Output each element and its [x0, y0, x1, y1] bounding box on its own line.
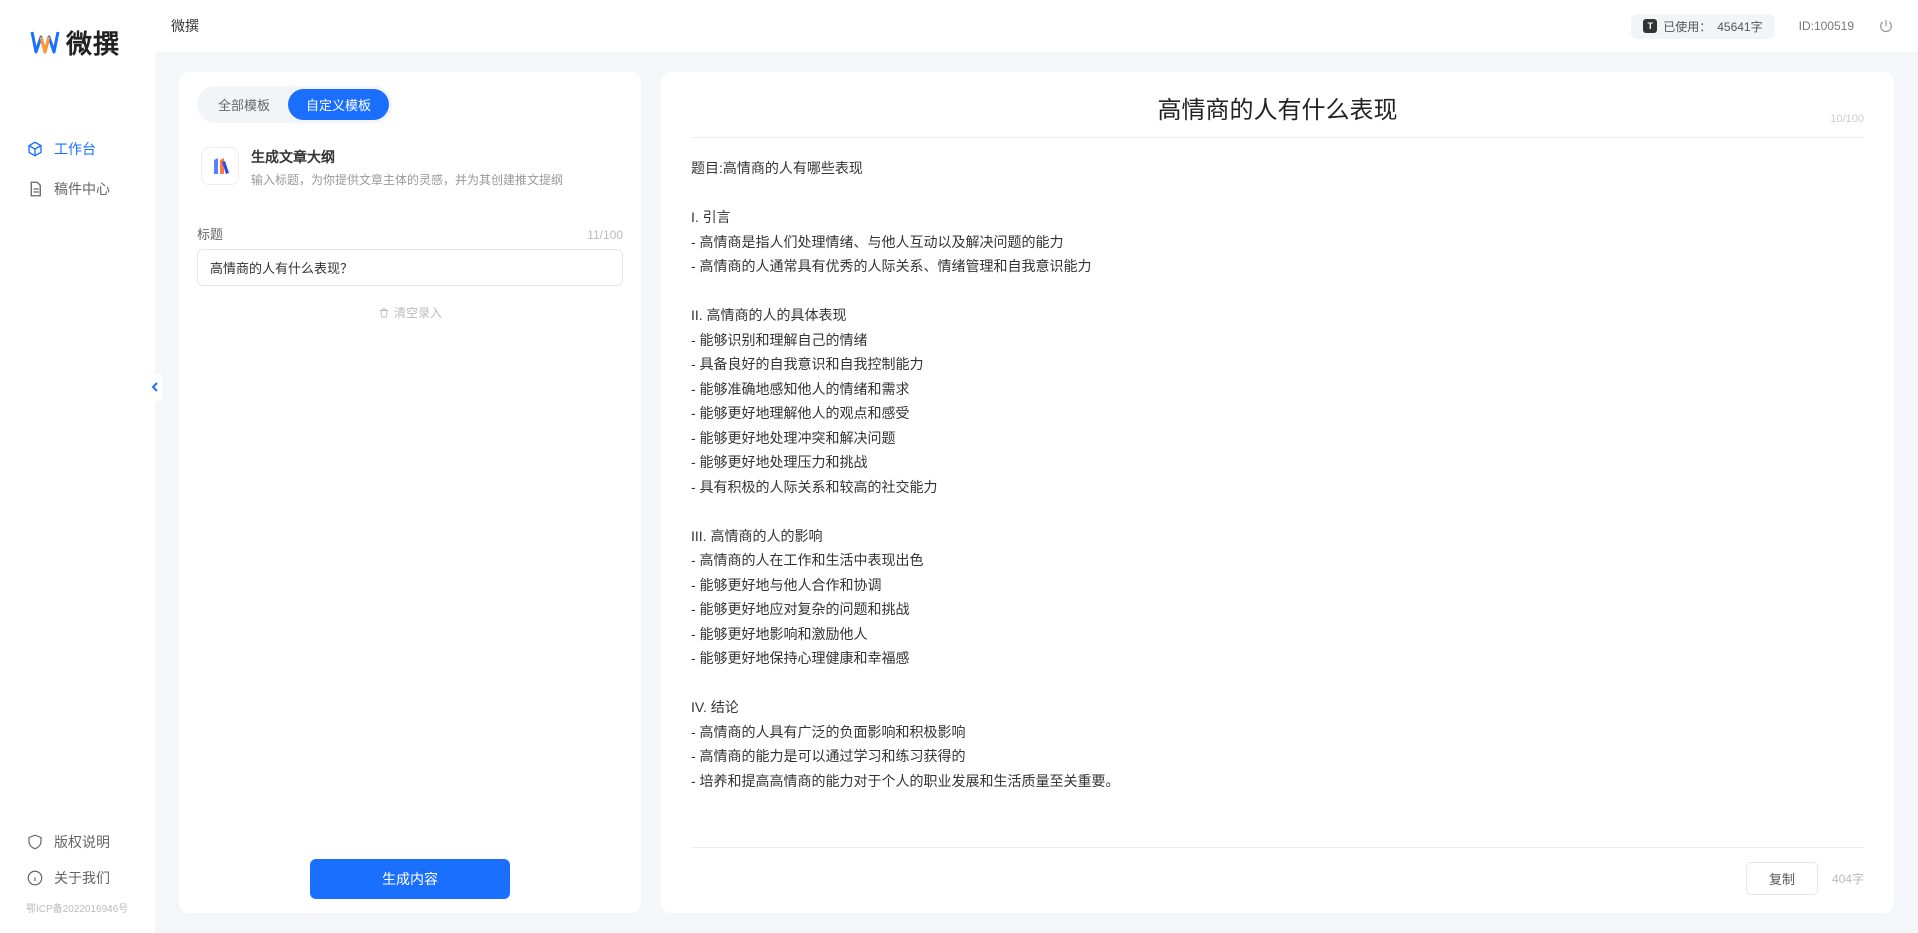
brand-name: 微撰 [66, 24, 120, 61]
tab-all-templates[interactable]: 全部模板 [200, 89, 288, 120]
page-title: 微撰 [171, 16, 199, 36]
text-count-icon: T [1643, 19, 1657, 33]
trash-icon [378, 307, 390, 319]
input-panel: 全部模板 自定义模板 生成文章大纲 输入标题，为你提供文章主体的灵感，并为其创建… [179, 72, 641, 913]
template-title: 生成文章大纲 [251, 147, 563, 167]
title-field-label: 标题 [197, 224, 223, 243]
sidebar-item-workbench[interactable]: 工作台 [0, 129, 155, 169]
output-body[interactable]: 题目:高情商的人有哪些表现 I. 引言 - 高情商是指人们处理情绪、与他人互动以… [691, 156, 1864, 837]
logo-mark-icon [30, 30, 60, 56]
output-header: 高情商的人有什么表现 10/100 [691, 90, 1864, 138]
output-panel: 高情商的人有什么表现 10/100 题目:高情商的人有哪些表现 I. 引言 - … [661, 72, 1894, 913]
sidebar-item-label: 稿件中心 [54, 179, 110, 199]
doc-icon [26, 180, 44, 198]
brand-logo[interactable]: 微撰 [0, 0, 155, 79]
info-icon [26, 869, 44, 887]
generate-button[interactable]: 生成内容 [310, 859, 510, 899]
title-char-count: 11/100 [587, 228, 623, 242]
sidebar-item-drafts[interactable]: 稿件中心 [0, 169, 155, 209]
usage-label: 已使用： [1663, 18, 1711, 35]
output-word-count: 404字 [1832, 870, 1864, 887]
template-tabs: 全部模板 自定义模板 [197, 86, 392, 123]
usage-badge[interactable]: T 已使用： 45641字 [1631, 14, 1774, 39]
power-icon[interactable] [1878, 18, 1894, 34]
sidebar-item-copyright[interactable]: 版权说明 [0, 824, 155, 860]
sidebar: 微撰 工作台 稿件中心 版权说明 关于我们 鄂ICP备2022016946号 [0, 0, 155, 933]
main-area: 全部模板 自定义模板 生成文章大纲 输入标题，为你提供文章主体的灵感，并为其创建… [155, 52, 1918, 933]
header-bar: 微撰 T 已使用： 45641字 ID:100519 [155, 0, 1918, 52]
sidebar-item-about[interactable]: 关于我们 [0, 860, 155, 896]
output-title: 高情商的人有什么表现 [751, 90, 1804, 125]
icp-text: 鄂ICP备2022016946号 [0, 896, 155, 921]
sidebar-footer: 版权说明 关于我们 鄂ICP备2022016946号 [0, 824, 155, 933]
output-footer: 复制 404字 [691, 847, 1864, 895]
sidebar-item-label: 关于我们 [54, 868, 110, 888]
template-icon [201, 147, 239, 185]
sidebar-item-label: 版权说明 [54, 832, 110, 852]
tab-custom-templates[interactable]: 自定义模板 [288, 89, 389, 120]
usage-value: 45641字 [1717, 18, 1762, 35]
template-desc: 输入标题，为你提供文章主体的灵感，并为其创建推文提纲 [251, 171, 563, 188]
clear-input-button[interactable]: 清空录入 [197, 304, 623, 321]
shield-icon [26, 833, 44, 851]
sidebar-item-label: 工作台 [54, 139, 96, 159]
user-id: ID:100519 [1799, 19, 1854, 33]
title-input[interactable] [197, 249, 623, 286]
cube-icon [26, 140, 44, 158]
output-title-count: 10/100 [1804, 113, 1864, 125]
nav-list: 工作台 稿件中心 [0, 79, 155, 824]
copy-button[interactable]: 复制 [1746, 862, 1818, 895]
template-card[interactable]: 生成文章大纲 输入标题，为你提供文章主体的灵感，并为其创建推文提纲 [197, 139, 623, 204]
clear-label: 清空录入 [394, 304, 442, 321]
